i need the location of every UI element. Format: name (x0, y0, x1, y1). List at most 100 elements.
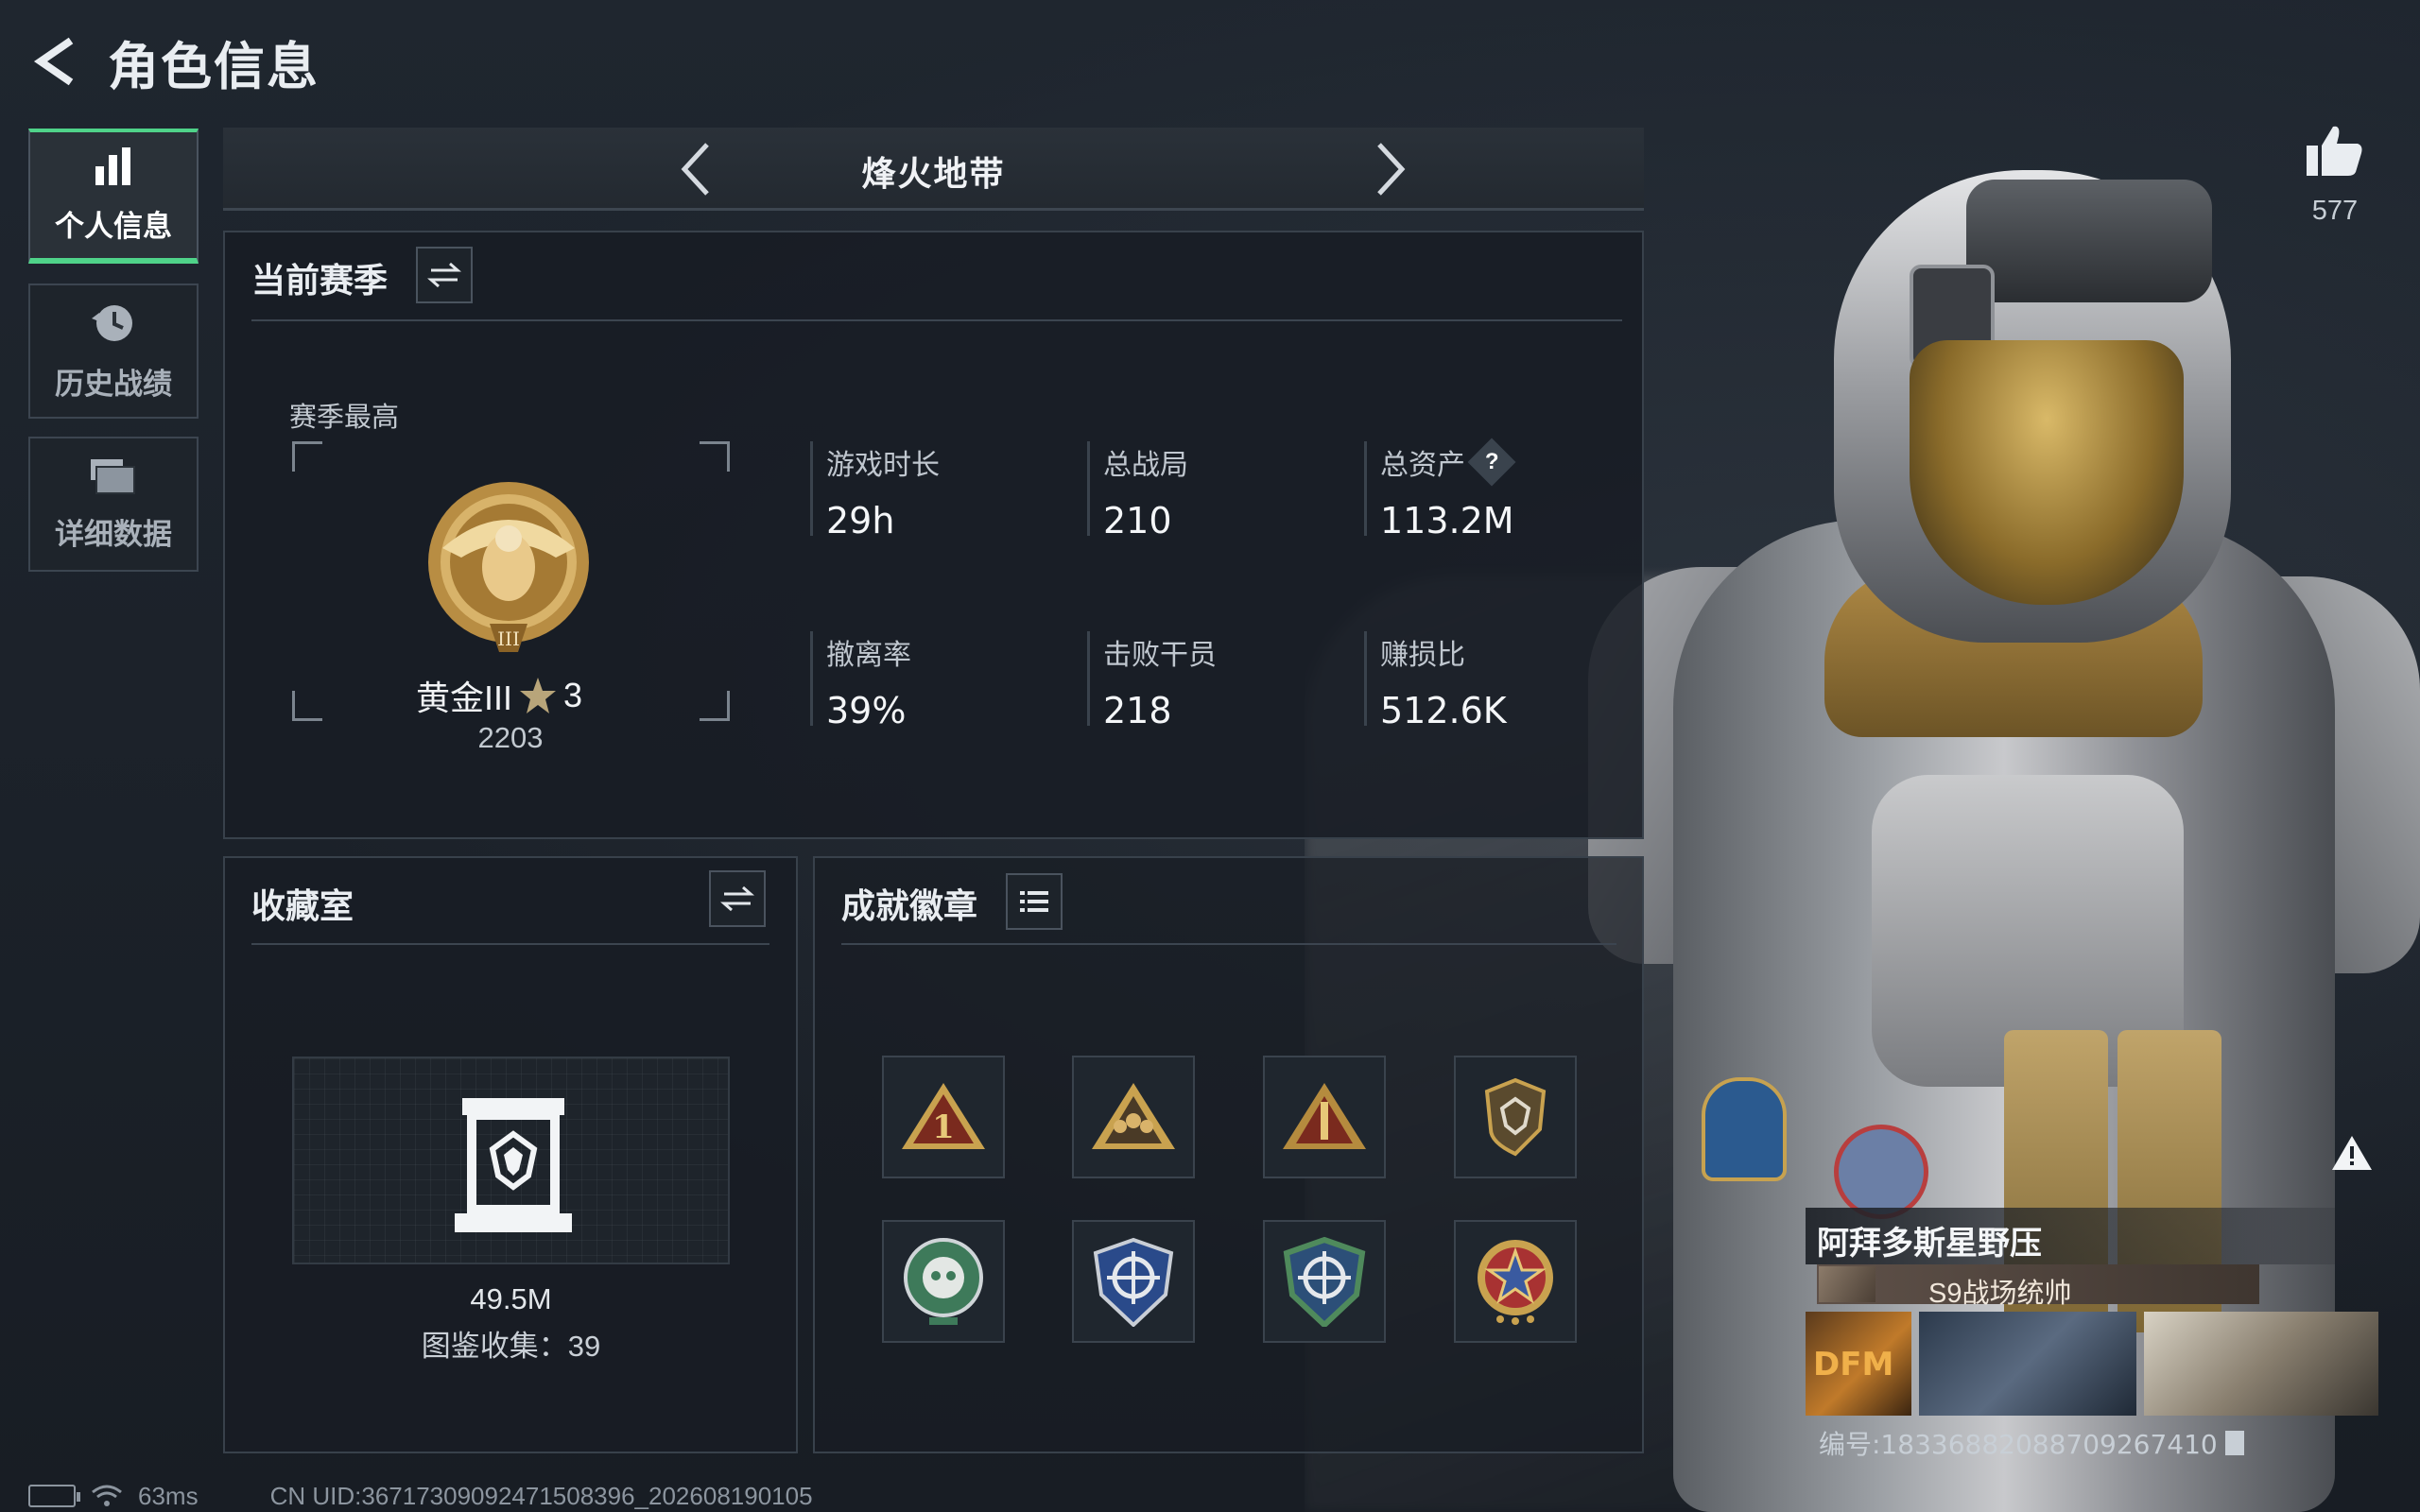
status-bar: 63ms CN UID:36717309092471508396_2026081… (28, 1482, 813, 1510)
achievements-list-button[interactable] (1006, 873, 1063, 930)
showcase-thumbnail[interactable] (2144, 1312, 2378, 1416)
page-title: 角色信息 (108, 38, 320, 95)
frame-corner (700, 691, 730, 721)
chevron-right-icon (1377, 143, 1406, 196)
stat-label: 游戏时长 (826, 450, 940, 481)
green-skull-badge-icon (904, 1238, 983, 1325)
collection-count: 图鉴收集：39 (421, 1330, 601, 1363)
stat-extraction-rate: 撤离率 39% (810, 631, 911, 731)
svg-text:1: 1 (932, 1108, 955, 1146)
game-mode-title: 烽火地带 (861, 154, 1006, 193)
red-star-badge-icon (1478, 1240, 1553, 1325)
tab-label: 历史战绩 (55, 368, 172, 401)
collection-panel-title: 收藏室 (251, 886, 354, 925)
stat-total-matches: 总战局 210 (1087, 441, 1188, 541)
like-count: 577 (2311, 196, 2359, 226)
collection-display[interactable] (292, 1057, 730, 1264)
stat-profit-loss-ratio: 赚损比 512.6K (1364, 631, 1507, 731)
swap-icon (427, 262, 461, 288)
showcase-thumbnail[interactable]: DFM (1806, 1312, 1911, 1416)
rank-score: 2203 (477, 721, 544, 754)
tab-label: 详细数据 (55, 518, 172, 551)
season-highest-label: 赛季最高 (289, 403, 400, 433)
shield-gem-badge-icon (1484, 1077, 1547, 1157)
stat-value: 218 (1103, 690, 1172, 731)
character-patch (1834, 1125, 1928, 1219)
stat-label: 击败干员 (1103, 640, 1217, 671)
achievement-badge[interactable] (1454, 1056, 1577, 1178)
achievement-badge[interactable] (1263, 1220, 1386, 1343)
season-switch-button[interactable] (416, 247, 473, 303)
rank-name-row: 黄金III 3 (416, 671, 582, 720)
stat-value: 39% (826, 690, 907, 731)
page-header: 角色信息 (28, 28, 320, 95)
help-mark: ? (1484, 448, 1499, 474)
battery-icon (28, 1485, 80, 1507)
list-icon (1020, 891, 1048, 912)
achievements-panel-title: 成就徽章 (841, 886, 978, 925)
divider (251, 943, 769, 945)
stat-label: 赚损比 (1380, 640, 1465, 671)
report-button[interactable] (2325, 1129, 2378, 1177)
tab-detailed-data[interactable]: 详细数据 (28, 437, 199, 572)
achievement-badge[interactable] (882, 1220, 1005, 1343)
star-icon (520, 678, 557, 713)
character-patch (1702, 1077, 1787, 1181)
stat-label: 总资产 (1380, 450, 1465, 481)
stat-value: 113.2M (1380, 500, 1514, 541)
stat-label: 总战局 (1103, 450, 1188, 481)
player-id: 编号:1833688208870926741​0 (1819, 1429, 2218, 1460)
stat-play-time: 游戏时长 29h (810, 441, 940, 541)
showcase-thumbnail[interactable] (1919, 1312, 2136, 1416)
warning-icon (2332, 1136, 2372, 1170)
frame-corner (700, 441, 730, 472)
svg-text:III: III (497, 627, 520, 650)
stat-value: 29h (826, 500, 895, 541)
blue-crosshair-badge-icon (1093, 1237, 1174, 1327)
triangle-rocket-badge-icon (1283, 1083, 1366, 1149)
green-crosshair-badge-icon (1283, 1236, 1366, 1327)
stat-total-assets: 总资产 ? 113.2M (1364, 438, 1516, 541)
character-helmet-optics (1966, 180, 2212, 302)
ping-value: 63ms (138, 1481, 199, 1510)
season-panel-title: 当前赛季 (251, 261, 389, 300)
tab-history[interactable]: 历史战绩 (28, 284, 199, 419)
stat-label-row: 总资产 ? (1380, 438, 1516, 487)
divider (841, 943, 1616, 945)
rank-stars: 3 (563, 676, 583, 714)
stat-value: 210 (1103, 500, 1172, 541)
tab-personal-info[interactable]: 个人信息 (28, 129, 199, 264)
history-clock-icon (92, 305, 132, 341)
back-button[interactable] (28, 32, 87, 91)
frame-corner (292, 441, 322, 472)
player-card: 阿拜多斯星野压 S9战场统帅 DFM (1806, 1208, 2392, 1416)
swap-icon (720, 885, 754, 912)
wifi-icon (92, 1485, 122, 1506)
game-mode-selector: 烽火地带 (223, 128, 1644, 211)
back-arrow-icon (33, 37, 74, 86)
bar-chart-icon (95, 147, 130, 185)
collection-value: 49.5M (470, 1282, 552, 1315)
player-title: S9战场统帅 (1928, 1279, 2072, 1309)
gold-rank-emblem-icon: III (428, 482, 589, 652)
divider (251, 319, 1622, 321)
next-mode-button[interactable] (1362, 141, 1419, 198)
stat-value: 512.6K (1380, 690, 1507, 731)
achievement-badge[interactable] (1072, 1220, 1195, 1343)
achievement-badge[interactable] (1263, 1056, 1386, 1178)
collection-switch-button[interactable] (709, 870, 766, 927)
uid-text: CN UID:36717309092471508396_202608190105 (269, 1481, 813, 1510)
frame-corner (292, 691, 322, 721)
folder-icon (91, 459, 135, 494)
achievement-badge[interactable] (1072, 1056, 1195, 1178)
achievement-badge[interactable]: 1 (882, 1056, 1005, 1178)
rank-name: 黄金III (416, 679, 513, 717)
like-widget[interactable]: 577 (2297, 123, 2373, 227)
stat-label: 撤离率 (826, 640, 911, 671)
copy-id-button[interactable] (2224, 1431, 2244, 1455)
triangle-rank-1-badge-icon: 1 (902, 1083, 985, 1149)
help-icon[interactable]: ? (1467, 438, 1516, 487)
character-visor (1910, 340, 2184, 605)
tab-label: 个人信息 (55, 210, 172, 243)
achievement-badge[interactable] (1454, 1220, 1577, 1343)
